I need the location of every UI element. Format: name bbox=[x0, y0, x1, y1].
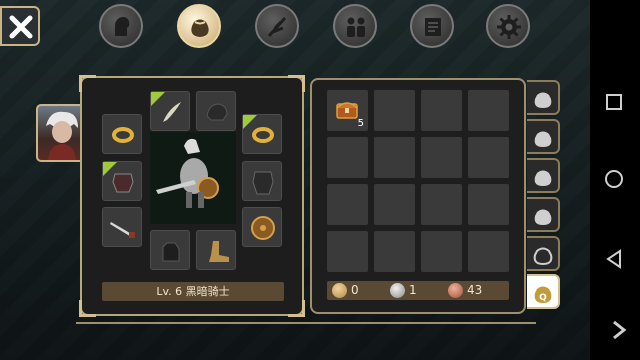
inventory-slot[interactable] bbox=[327, 137, 368, 178]
tab-party[interactable] bbox=[333, 4, 377, 48]
copper-amount: 43 bbox=[467, 283, 483, 297]
inventory-slot[interactable] bbox=[468, 231, 509, 272]
tab-skills[interactable] bbox=[255, 4, 299, 48]
inventory-slot[interactable] bbox=[421, 184, 462, 225]
armor-icon bbox=[112, 173, 134, 193]
item-count: 5 bbox=[357, 118, 364, 129]
close-button[interactable] bbox=[0, 6, 40, 46]
inventory-slot[interactable] bbox=[421, 137, 462, 178]
gear-icon bbox=[497, 15, 521, 39]
shield-icon bbox=[251, 216, 275, 240]
quest-bag-tab[interactable]: Q bbox=[527, 274, 560, 309]
slot-ring-left[interactable] bbox=[102, 114, 142, 154]
bag-icon bbox=[534, 92, 552, 108]
inventory-slot[interactable] bbox=[421, 231, 462, 272]
scroll-icon bbox=[425, 18, 441, 36]
tab-inventory[interactable] bbox=[177, 4, 221, 48]
slot-gloves[interactable] bbox=[150, 230, 190, 270]
slot-shield[interactable] bbox=[242, 207, 282, 247]
ring-icon bbox=[112, 127, 134, 143]
home-icon[interactable] bbox=[602, 167, 626, 191]
inventory-slot[interactable] bbox=[468, 90, 509, 131]
inventory-slot[interactable] bbox=[327, 231, 368, 272]
bag-icon bbox=[534, 170, 552, 186]
copper-coin-icon bbox=[448, 283, 463, 298]
footer-divider bbox=[76, 322, 536, 324]
inventory-slot[interactable] bbox=[421, 90, 462, 131]
level-class-label: Lv. 6 黑暗骑士 bbox=[102, 282, 284, 301]
slot-boots[interactable] bbox=[196, 230, 236, 270]
inventory-slot[interactable] bbox=[468, 137, 509, 178]
bag-tab-1[interactable] bbox=[527, 80, 560, 115]
inventory-slot[interactable]: 5 bbox=[327, 90, 368, 131]
gauntlet-icon bbox=[206, 103, 228, 121]
slot-amulet[interactable] bbox=[150, 91, 190, 131]
frame-corner bbox=[288, 300, 305, 317]
tab-settings[interactable] bbox=[486, 4, 530, 48]
quest-bag-icon: Q bbox=[534, 286, 552, 303]
tab-quests[interactable] bbox=[410, 4, 454, 48]
bag-tab-3[interactable] bbox=[527, 158, 560, 193]
knight-sprite bbox=[156, 138, 219, 208]
slot-helmet[interactable] bbox=[196, 91, 236, 131]
inventory-slot[interactable] bbox=[374, 231, 415, 272]
bag-icon bbox=[191, 19, 209, 37]
head-icon bbox=[115, 17, 130, 36]
close-icon bbox=[9, 15, 33, 39]
bag-icon bbox=[534, 131, 552, 147]
bag-outline-icon bbox=[533, 247, 553, 266]
boot-icon bbox=[209, 241, 229, 262]
back-icon[interactable] bbox=[602, 247, 626, 271]
bag-icon bbox=[534, 209, 552, 225]
gold-coin-icon bbox=[332, 283, 347, 298]
recent-apps-icon[interactable] bbox=[602, 90, 626, 114]
inventory-slot[interactable] bbox=[327, 184, 368, 225]
character-preview bbox=[150, 132, 236, 224]
armor-icon bbox=[252, 171, 274, 195]
frame-corner bbox=[79, 300, 96, 317]
silver-coin-icon bbox=[390, 283, 405, 298]
sword-icon bbox=[110, 222, 135, 238]
feather-icon bbox=[267, 17, 287, 37]
inventory-slot[interactable] bbox=[468, 184, 509, 225]
ring-icon bbox=[252, 127, 274, 143]
bag-tab-2[interactable] bbox=[527, 119, 560, 154]
system-navbar bbox=[590, 0, 640, 360]
silver-amount: 1 bbox=[409, 283, 417, 297]
slot-armor-left[interactable] bbox=[102, 161, 142, 201]
inventory-slot[interactable] bbox=[374, 137, 415, 178]
slot-ring-right[interactable] bbox=[242, 114, 282, 154]
bag-tab-4[interactable] bbox=[527, 197, 560, 232]
frame-corner bbox=[288, 75, 305, 92]
avatar bbox=[46, 111, 78, 160]
bag-tab-5[interactable] bbox=[527, 236, 560, 271]
inventory-slot[interactable] bbox=[374, 184, 415, 225]
gold-amount: 0 bbox=[351, 283, 359, 297]
tab-character[interactable] bbox=[99, 4, 143, 48]
feather-icon bbox=[163, 102, 181, 122]
slot-weapon[interactable] bbox=[102, 207, 142, 247]
glove-icon bbox=[162, 242, 180, 262]
slot-armor-right[interactable] bbox=[242, 161, 282, 201]
svg-text:Q: Q bbox=[539, 293, 547, 303]
people-icon bbox=[347, 17, 365, 37]
frame-corner bbox=[79, 75, 96, 92]
chevron-right-icon[interactable] bbox=[608, 318, 632, 342]
inventory-slot[interactable] bbox=[374, 90, 415, 131]
